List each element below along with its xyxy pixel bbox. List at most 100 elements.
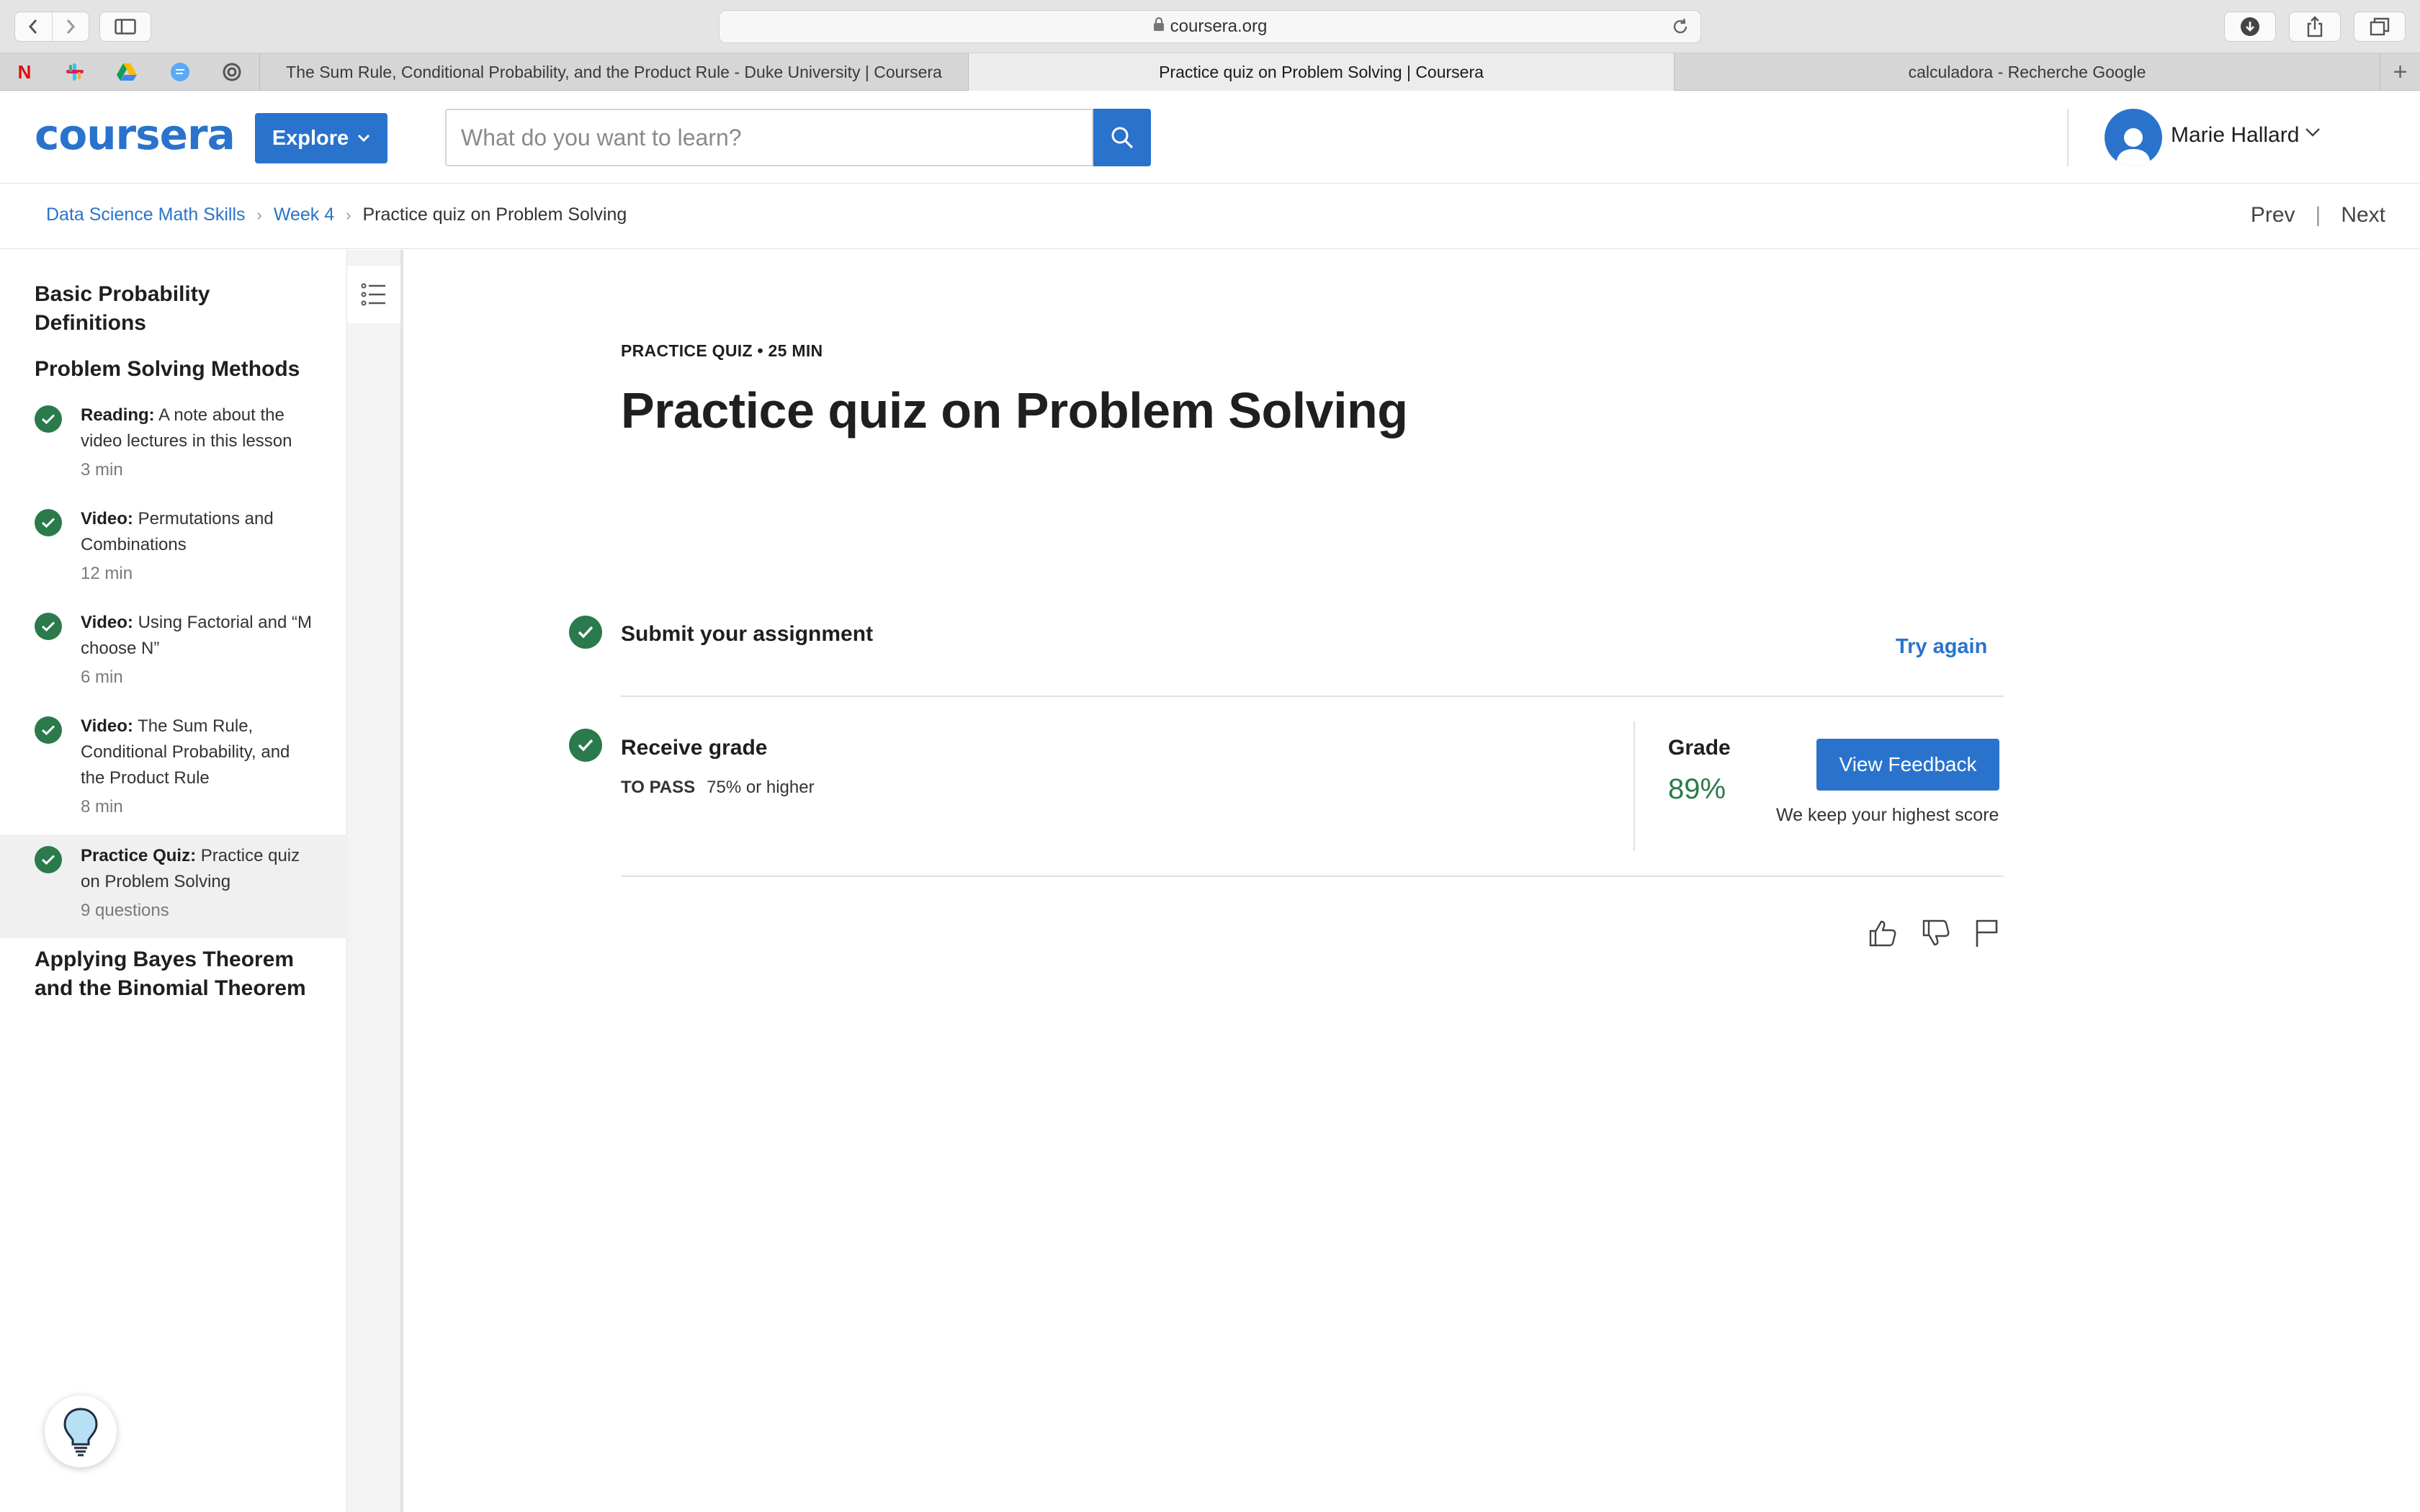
item-label: Video: The Sum Rule, Conditional Probabi… [81,714,318,791]
download-icon [2241,17,2259,36]
address-url: coursera.org [1170,17,1268,36]
item-label: Practice Quiz: Practice quiz on Problem … [81,843,318,895]
page: coursera.org N The Sum Rule, Conditional… [0,0,2420,1512]
view-feedback-button[interactable]: View Feedback [1816,739,1999,791]
grade-complete-check-icon [569,729,602,762]
section-bayes-binomial[interactable]: Applying Bayes Theorem and the Binomial … [35,945,323,1003]
item-type: Video: [81,613,133,632]
breadcrumb-course[interactable]: Data Science Math Skills [46,204,246,225]
sidebar-icon [115,19,136,35]
passing-requirement: TO PASS 75% or higher [621,778,815,798]
completed-check-icon [35,613,62,640]
history-nav [14,12,89,42]
item-kicker: PRACTICE QUIZ • 25 MIN [621,341,823,360]
chevron-right-icon: › [346,205,351,224]
prev-next-nav: Prev | Next [2251,203,2385,228]
grade-value: 89% [1668,773,1726,805]
to-pass-value: 75% or higher [707,778,815,797]
dislike-button[interactable] [1919,916,1953,950]
item-duration: 6 min [81,667,123,687]
item-duration: 12 min [81,564,133,583]
tab-title: The Sum Rule, Conditional Probability, a… [286,62,942,81]
outline-toggle-button[interactable] [347,266,400,323]
highest-score-note: We keep your highest score [1776,805,1999,825]
nav-divider: | [2315,203,2321,227]
tabs-icon [2370,17,2390,36]
breadcrumb-current: Practice quiz on Problem Solving [362,204,627,225]
breadcrumb-week[interactable]: Week 4 [274,204,334,225]
lock-icon [1153,17,1165,37]
address-bar[interactable]: coursera.org [719,10,1701,43]
coursera-logo[interactable]: coursera [35,110,236,159]
spiral-icon[interactable] [220,60,243,84]
section-problem-solving[interactable]: Problem Solving Methods [35,355,323,384]
tab-practice-quiz[interactable]: Practice quiz on Problem Solving | Cours… [968,53,1674,91]
sidebar-item-permutations[interactable]: Video: Permutations and Combinations 12 … [0,506,347,600]
tab-title: Practice quiz on Problem Solving | Cours… [1159,62,1484,81]
outline-toggle-column [347,250,403,1512]
sidebar-toggle-button[interactable] [99,12,151,42]
completed-check-icon [35,509,62,536]
item-duration: 3 min [81,460,123,480]
downloads-button[interactable] [2224,12,2276,42]
sidebar-item-practice-quiz[interactable]: Practice Quiz: Practice quiz on Problem … [0,834,347,938]
browser-tab-bar: N The Sum Rule, Conditional Probability,… [0,53,2420,91]
lightbulb-icon [63,1408,98,1457]
try-again-link[interactable]: Try again [1896,635,1987,659]
messages-icon[interactable] [169,60,192,84]
item-label: Video: Permutations and Combinations [81,506,318,558]
prev-button[interactable]: Prev [2251,203,2295,228]
submit-complete-check-icon [569,616,602,649]
tab-overview-button[interactable] [2354,12,2406,42]
search-icon [1111,127,1134,149]
reload-icon[interactable] [1670,17,1690,42]
slack-icon[interactable] [63,60,86,84]
breadcrumb-list: Data Science Math Skills › Week 4 › Prac… [46,204,627,225]
item-label: Video: Using Factorial and “M choose N” [81,610,318,662]
back-button[interactable] [15,12,52,41]
to-pass-label: TO PASS [621,778,696,797]
sidebar-item-sum-rule[interactable]: Video: The Sum Rule, Conditional Probabi… [0,714,347,833]
section-basic-probability[interactable]: Basic Probability Definitions [35,280,323,338]
chevron-down-icon[interactable] [2305,127,2321,138]
tab-calculadora[interactable]: calculadora - Recherche Google [1674,53,2380,91]
like-button[interactable] [1865,916,1900,950]
tab-sum-rule[interactable]: The Sum Rule, Conditional Probability, a… [259,53,968,91]
item-label: Reading: A note about the video lectures… [81,402,318,454]
drive-icon[interactable] [115,60,138,84]
sidebar-item-reading-note[interactable]: Reading: A note about the video lectures… [0,402,347,496]
avatar[interactable] [2105,109,2162,166]
item-type: Video: [81,716,133,736]
thumbs-down-icon [1922,919,1950,946]
divider [621,696,2004,697]
plus-icon: + [2393,58,2408,86]
grade-label: Grade [1668,736,1731,760]
explore-button[interactable]: Explore [255,113,387,163]
page-title: Practice quiz on Problem Solving [621,382,1408,438]
chevron-right-icon [66,19,75,34]
completed-check-icon [35,405,62,433]
thumbs-up-icon [1869,920,1896,947]
search-input[interactable]: What do you want to learn? [445,109,1093,166]
completed-check-icon [35,846,62,873]
share-button[interactable] [2289,12,2341,42]
list-icon [361,283,385,306]
forward-button[interactable] [51,12,89,41]
breadcrumb: Data Science Math Skills › Week 4 › Prac… [0,184,2420,249]
sidebar-item-factorial[interactable]: Video: Using Factorial and “M choose N” … [0,610,347,703]
chevron-down-icon [358,134,370,143]
explore-label: Explore [272,126,349,150]
completed-check-icon [35,716,62,744]
report-button[interactable] [1969,916,2004,950]
receive-grade-title: Receive grade [621,736,768,760]
search-button[interactable] [1093,109,1151,166]
help-button[interactable] [45,1395,117,1467]
user-icon [2116,128,2151,166]
new-tab-button[interactable]: + [2380,53,2420,91]
chevron-right-icon: › [256,205,262,224]
next-button[interactable]: Next [2341,203,2385,228]
item-type: Video: [81,509,133,528]
flag-icon [1976,919,1998,947]
user-name[interactable]: Marie Hallard [2171,123,2299,148]
netflix-icon[interactable]: N [13,60,36,84]
